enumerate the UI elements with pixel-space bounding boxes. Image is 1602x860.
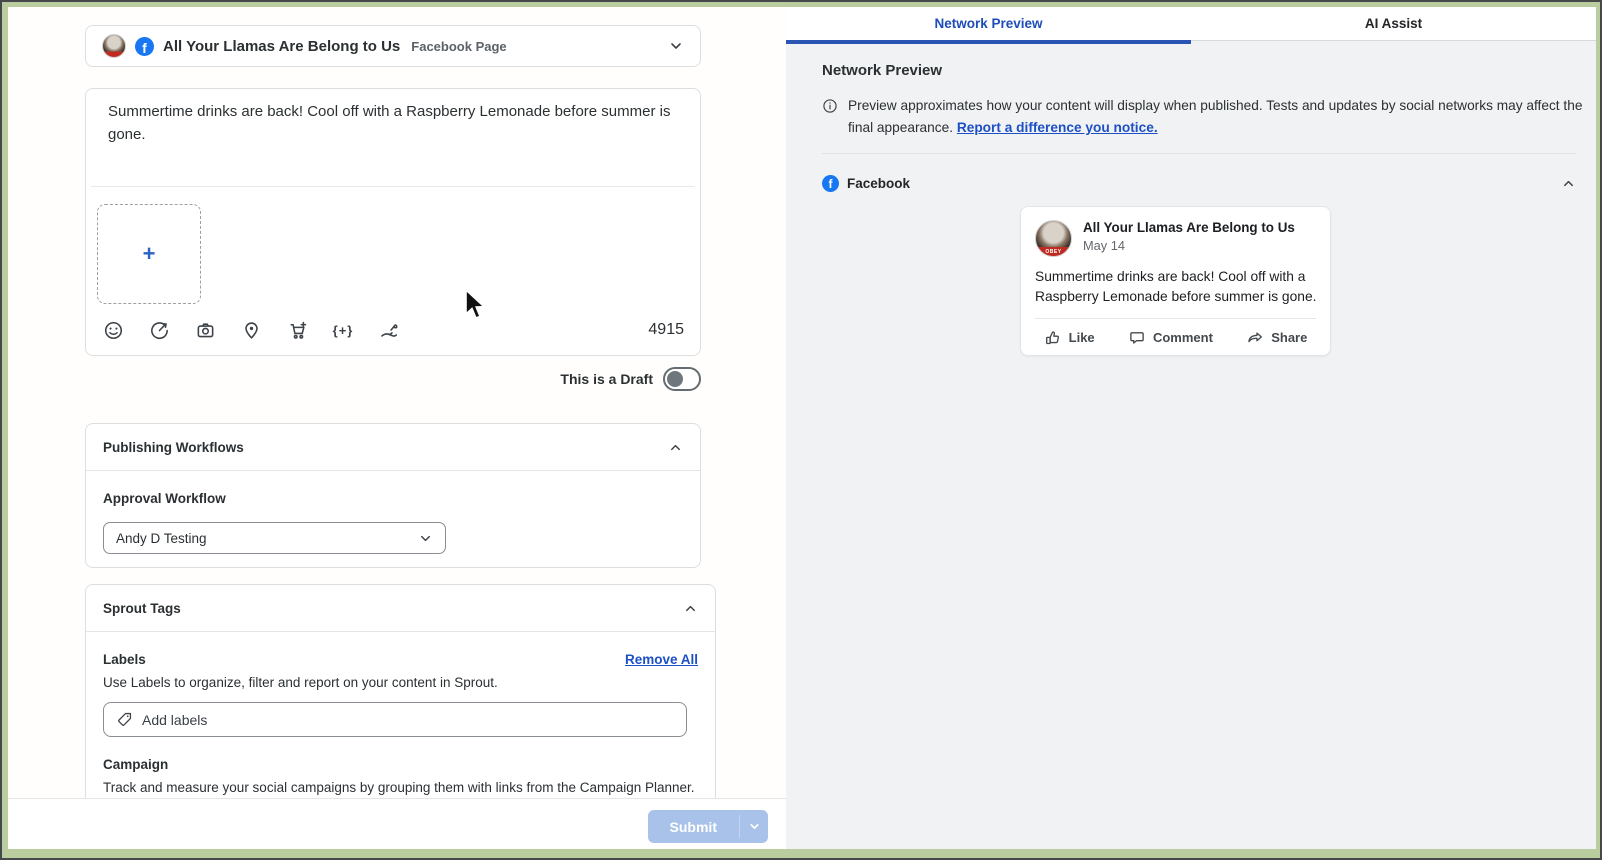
emoji-picker-icon[interactable] — [100, 317, 126, 343]
location-pin-icon[interactable] — [238, 317, 264, 343]
network-name: Facebook — [847, 176, 910, 191]
message-textarea[interactable]: Summertime drinks are back! Cool off wit… — [108, 100, 683, 146]
message-variable-icon[interactable]: {+} — [330, 317, 356, 343]
divider — [822, 153, 1576, 154]
info-icon — [822, 98, 838, 139]
plus-icon: + — [143, 243, 156, 265]
section-title: Publishing Workflows — [103, 440, 244, 455]
labels-description: Use Labels to organize, filter and repor… — [103, 675, 698, 690]
composer-footer: Submit — [6, 798, 786, 850]
campaign-title: Campaign — [103, 757, 698, 772]
approval-workflow-value: Andy D Testing — [116, 531, 207, 546]
like-button[interactable]: Like — [1036, 325, 1103, 351]
labels-title: Labels — [103, 652, 146, 667]
submit-button[interactable]: Submit — [648, 810, 739, 843]
section-title: Sprout Tags — [103, 601, 181, 616]
campaign-description: Track and measure your social campaigns … — [103, 780, 698, 795]
post-text: Summertime drinks are back! Cool off wit… — [1035, 267, 1320, 307]
draft-toggle-label: This is a Draft — [560, 371, 653, 387]
character-count: 4915 — [648, 321, 684, 339]
remove-all-link[interactable]: Remove All — [625, 652, 698, 667]
collapse-chevron-up-icon[interactable] — [1561, 176, 1576, 191]
facebook-network-icon: f — [135, 37, 154, 56]
composer-panel: f All Your Llamas Are Belong to Us Faceb… — [6, 7, 786, 849]
product-cart-icon[interactable] — [284, 317, 310, 343]
publishing-workflows-header[interactable]: Publishing Workflows — [86, 424, 700, 471]
asset-library-icon[interactable] — [376, 317, 402, 343]
profile-avatar — [102, 34, 126, 58]
network-preview-heading: Network Preview — [822, 62, 942, 79]
comment-button[interactable]: Comment — [1120, 325, 1221, 351]
profile-selector[interactable]: f All Your Llamas Are Belong to Us Faceb… — [85, 25, 701, 67]
draft-toggle-row: This is a Draft — [85, 367, 701, 391]
post-date: May 14 — [1083, 238, 1295, 253]
compose-divider — [91, 186, 695, 187]
post-actions: Like Comment Share — [1027, 319, 1324, 356]
chevron-up-icon — [668, 440, 683, 455]
camera-media-icon[interactable] — [192, 317, 218, 343]
submit-options-button[interactable] — [740, 810, 768, 843]
post-avatar: OBEY — [1035, 220, 1072, 257]
approval-workflow-label: Approval Workflow — [103, 491, 226, 506]
profile-network-type: Facebook Page — [411, 39, 506, 54]
add-media-dropzone[interactable]: + — [97, 204, 201, 304]
comment-bubble-icon — [1128, 329, 1146, 347]
publishing-workflows-card: Publishing Workflows Approval Workflow A… — [85, 423, 701, 568]
sprout-tags-card: Sprout Tags Labels Remove All Use Labels… — [85, 584, 716, 798]
add-labels-input[interactable] — [142, 712, 622, 728]
chevron-down-icon — [418, 531, 433, 546]
facebook-icon: f — [822, 175, 839, 192]
toggle-knob — [667, 371, 683, 387]
share-button[interactable]: Share — [1238, 325, 1315, 351]
network-preview-content: Network Preview Preview approximates how… — [786, 45, 1596, 849]
tab-network-preview[interactable]: Network Preview — [786, 7, 1191, 40]
thumbs-up-icon — [1044, 329, 1062, 347]
draft-toggle[interactable] — [663, 367, 701, 391]
compose-toolbar: {+} — [100, 317, 402, 343]
facebook-preview-section-header: f Facebook — [822, 172, 1576, 194]
submit-split-button: Submit — [648, 810, 768, 843]
compose-card: Summertime drinks are back! Cool off wit… — [85, 88, 701, 356]
profile-name: All Your Llamas Are Belong to Us — [163, 38, 400, 55]
add-labels-field[interactable] — [103, 702, 687, 737]
tab-ai-assist[interactable]: AI Assist — [1191, 7, 1596, 40]
facebook-post-preview: OBEY All Your Llamas Are Belong to Us Ma… — [1020, 206, 1331, 356]
share-arrow-icon — [1246, 329, 1264, 347]
approval-workflow-select[interactable]: Andy D Testing — [103, 522, 446, 554]
report-difference-link[interactable]: Report a difference you notice. — [957, 120, 1158, 135]
preview-panel: Network Preview AI Assist Network Previe… — [786, 7, 1596, 849]
tag-icon — [116, 711, 133, 728]
preview-tabbar: Network Preview AI Assist — [786, 7, 1596, 41]
post-author: All Your Llamas Are Belong to Us — [1083, 220, 1295, 235]
preview-disclaimer: Preview approximates how your content wi… — [822, 95, 1602, 139]
chevron-up-icon — [683, 601, 698, 616]
content-suggestions-icon[interactable] — [146, 317, 172, 343]
sprout-tags-header[interactable]: Sprout Tags — [86, 585, 715, 632]
chevron-down-icon — [668, 38, 684, 54]
